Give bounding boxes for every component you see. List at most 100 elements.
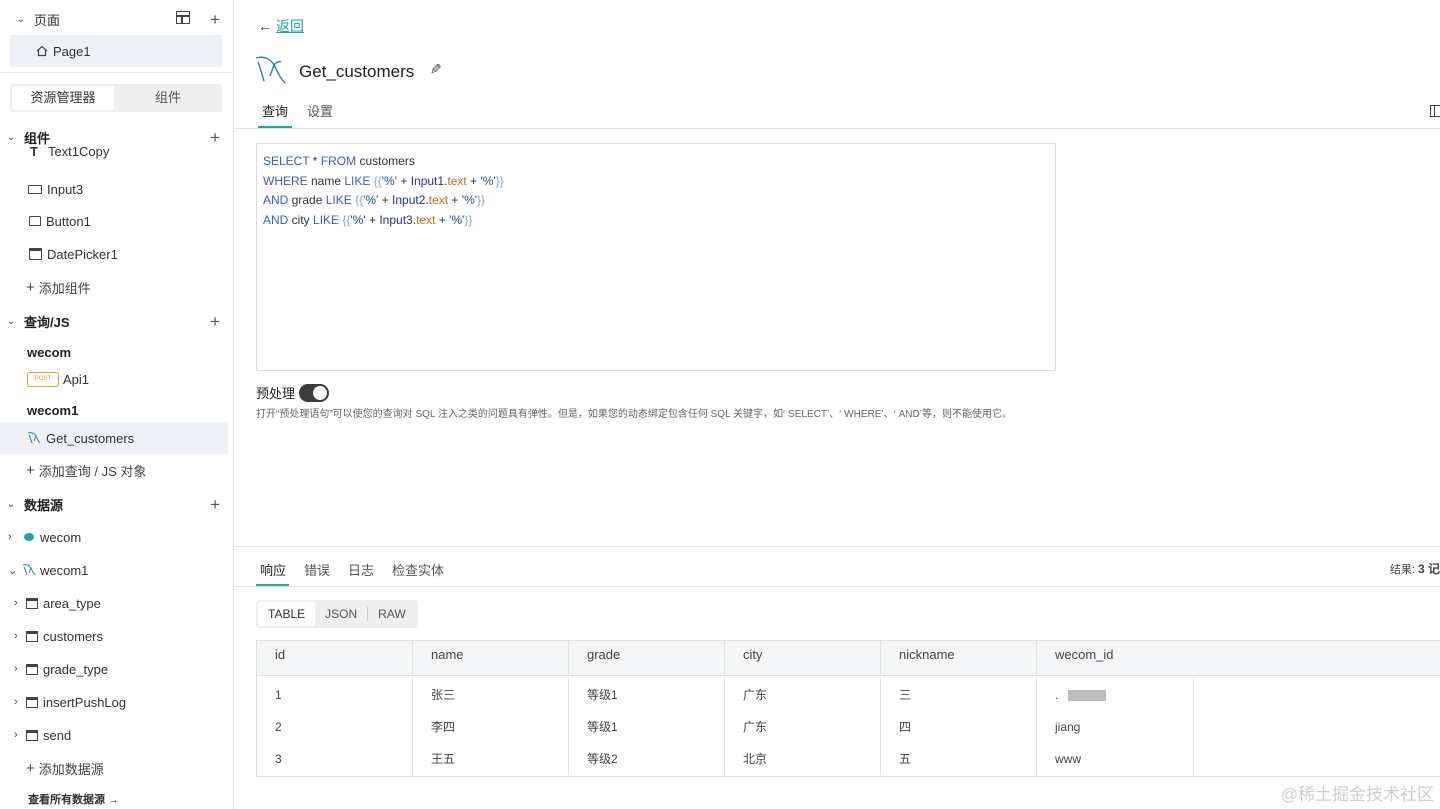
result-label: 结果: <box>1389 564 1415 576</box>
add-query-link[interactable]: + 添加查询 / JS 对象 <box>0 460 234 480</box>
add-datasource-icon[interactable]: + <box>210 496 220 513</box>
query-item-api1[interactable]: POST Api1 <box>0 369 234 389</box>
chevron-down-icon[interactable]: ⌄ <box>4 316 18 327</box>
table-item-insertpushlog[interactable]: › insertPushLog <box>0 692 234 712</box>
api-icon <box>24 533 34 541</box>
chevron-down-icon[interactable]: ⌄ <box>4 499 18 510</box>
add-component-icon[interactable]: + <box>210 129 220 146</box>
arrow-left-icon: ← <box>258 18 272 34</box>
table-cell[interactable]: 等级1 <box>569 711 725 743</box>
watermark: @稀土掘金技术社区 <box>1280 785 1434 804</box>
query-item-get-customers[interactable]: Get_customers <box>0 422 228 454</box>
table-item-customers[interactable]: › customers <box>0 626 234 646</box>
back-link[interactable]: ← 返回 <box>258 16 304 36</box>
format-raw[interactable]: RAW <box>368 602 416 626</box>
table-cell-redacted[interactable]: . <box>1037 679 1194 711</box>
table-item-grade-type[interactable]: › grade_type <box>0 659 234 679</box>
chevron-down-icon[interactable]: ⌄ <box>4 132 18 143</box>
sql-token: '%' <box>480 173 496 188</box>
table-cell[interactable]: 四 <box>881 711 1037 743</box>
table-cell[interactable]: 三 <box>881 679 1037 711</box>
sql-token: FROM <box>320 154 357 168</box>
add-page-icon[interactable]: + <box>210 11 220 28</box>
datasource-wecom1[interactable]: ⌄ wecom1 <box>0 560 234 580</box>
tab-response[interactable]: 响应 <box>260 560 286 579</box>
table-cell[interactable]: 王五 <box>413 743 569 775</box>
split-view-icon[interactable] <box>1430 105 1440 117</box>
add-component-link[interactable]: + 添加组件 <box>0 277 234 297</box>
column-header[interactable]: wecom_id <box>1037 641 1194 676</box>
tree-item-text1copy[interactable]: T Text1Copy <box>0 147 234 161</box>
query-group-label: wecom1 <box>27 402 79 418</box>
table-cell[interactable]: 3 <box>257 743 413 775</box>
query-name[interactable]: Get_customers <box>299 62 414 82</box>
table-icon <box>26 630 38 642</box>
sql-editor[interactable]: SELECT * FROM customers WHERE name LIKE {… <box>256 143 1056 371</box>
tree-item-input3[interactable]: Input3 <box>0 179 234 199</box>
table-icon <box>26 696 38 708</box>
table-cell[interactable]: www <box>1037 743 1194 775</box>
datasources-title: 数据源 <box>24 497 64 513</box>
sql-token: + <box>365 212 380 227</box>
tab-inspect-entity[interactable]: 检查实体 <box>392 560 444 579</box>
tree-item-datepicker1[interactable]: DatePicker1 <box>0 244 234 264</box>
table-cell[interactable]: 广东 <box>725 711 881 743</box>
tab-settings[interactable]: 设置 <box>307 101 333 120</box>
page-item-page1[interactable]: Page1 <box>10 35 222 67</box>
chevron-right-icon[interactable]: › <box>14 630 26 642</box>
table-cell[interactable]: 李四 <box>413 711 569 743</box>
column-header[interactable]: id <box>257 641 413 676</box>
table-cell[interactable]: 等级1 <box>569 679 725 711</box>
chevron-down-icon[interactable]: ⌄ <box>14 14 28 25</box>
chevron-right-icon[interactable]: › <box>8 531 18 543</box>
tab-logs[interactable]: 日志 <box>348 560 374 579</box>
column-header[interactable]: name <box>413 641 569 676</box>
table-cell[interactable]: jiang <box>1037 711 1194 743</box>
sql-token: + <box>378 193 393 207</box>
view-all-datasources-link[interactable]: 查看所有数据源 → <box>0 790 234 808</box>
sql-token: AND <box>263 193 289 207</box>
sidebar: ⌄ 页面 + Page1 资源管理器 组件 ⌄ 组件 + T Text1Copy… <box>0 0 234 809</box>
table-item-area-type[interactable]: › area_type <box>0 593 234 613</box>
tree-item-button1[interactable]: Button1 <box>0 211 234 231</box>
chevron-right-icon[interactable]: › <box>14 597 26 609</box>
divider <box>0 72 234 73</box>
query-tabs: 查询 设置 <box>234 95 1440 129</box>
datasources-section-header[interactable]: ⌄ 数据源 + <box>0 495 234 513</box>
layout-icon[interactable] <box>176 11 190 24</box>
column-header[interactable]: city <box>725 641 881 676</box>
prepared-label: 预处理 <box>256 386 296 401</box>
pages-section-header[interactable]: ⌄ 页面 + <box>0 10 234 28</box>
queries-section-header[interactable]: ⌄ 查询/JS + <box>0 312 234 330</box>
add-query-icon[interactable]: + <box>210 313 220 330</box>
format-json[interactable]: JSON <box>315 602 367 626</box>
table-cell[interactable]: 北京 <box>725 743 881 775</box>
add-datasource-link[interactable]: + 添加数据源 <box>0 758 234 778</box>
chevron-right-icon[interactable]: › <box>14 729 26 741</box>
chevron-down-icon[interactable]: ⌄ <box>8 564 18 577</box>
table-item-send[interactable]: › send <box>0 725 234 745</box>
pencil-icon[interactable]: ✎ <box>430 61 442 78</box>
tab-query[interactable]: 查询 <box>262 101 288 120</box>
table-cell[interactable]: 等级2 <box>569 743 725 775</box>
components-section-header[interactable]: ⌄ 组件 + <box>0 128 234 146</box>
table-cell[interactable]: 广东 <box>725 679 881 711</box>
table-cell[interactable]: 1 <box>257 679 413 711</box>
table-cell[interactable]: 张三 <box>413 679 569 711</box>
column-header[interactable]: nickname <box>881 641 1037 676</box>
chevron-right-icon[interactable]: › <box>14 696 26 708</box>
input-icon <box>28 184 42 194</box>
sql-token: + <box>435 212 450 227</box>
query-item-label: Api1 <box>63 371 90 387</box>
chevron-right-icon[interactable]: › <box>14 663 26 675</box>
tab-errors[interactable]: 错误 <box>304 560 330 579</box>
table-cell[interactable]: 2 <box>257 711 413 743</box>
explorer-tab[interactable]: 资源管理器 <box>12 86 114 110</box>
plus-icon: + <box>26 461 35 479</box>
datasource-wecom[interactable]: › wecom <box>0 527 234 547</box>
prepared-toggle[interactable] <box>299 383 330 402</box>
table-cell[interactable]: 五 <box>881 743 1037 775</box>
widgets-tab[interactable]: 组件 <box>116 86 220 110</box>
format-table[interactable]: TABLE <box>258 602 316 626</box>
column-header[interactable]: grade <box>569 641 725 676</box>
